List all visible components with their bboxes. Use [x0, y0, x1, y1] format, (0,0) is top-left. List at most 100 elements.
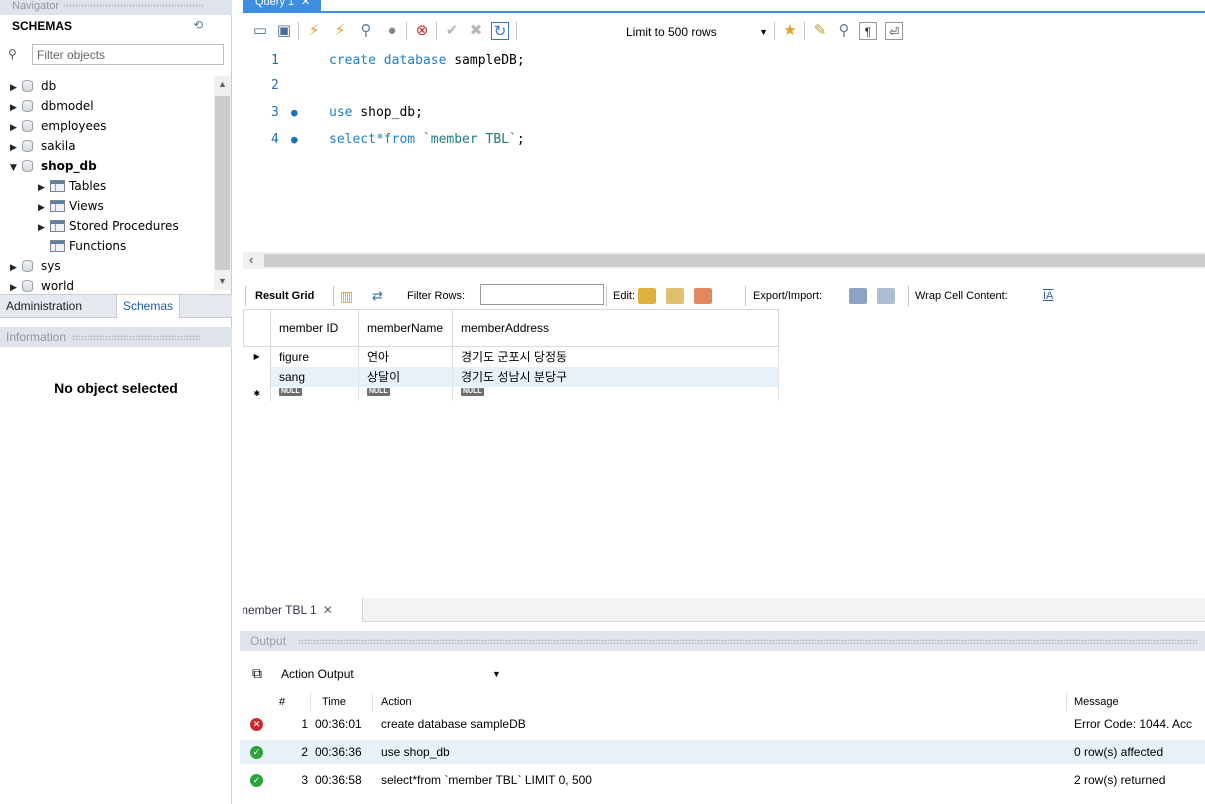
grid-cell[interactable]: figure: [270, 346, 359, 367]
explain-icon[interactable]: ⚲: [357, 22, 375, 40]
information-header: Information: [0, 327, 232, 347]
column-header[interactable]: memberAddress: [452, 309, 779, 347]
column-header[interactable]: #: [279, 693, 285, 711]
tree-item-employees[interactable]: ▶ employees: [10, 116, 106, 136]
database-icon: [22, 140, 33, 152]
tab-member-tbl-1[interactable]: member TBL 1 ✕: [243, 598, 363, 622]
expand-arrow-icon[interactable]: ▶: [38, 178, 50, 198]
execute-icon[interactable]: ⚡: [305, 22, 323, 40]
execute-current-icon[interactable]: ⚡: [331, 22, 349, 40]
expand-arrow-icon[interactable]: ▶: [10, 78, 22, 98]
tree-item-dbmodel[interactable]: ▶ dbmodel: [10, 96, 94, 116]
grid-cell[interactable]: 경기도 군포시 당정동: [452, 346, 779, 367]
close-icon[interactable]: ✕: [323, 603, 333, 617]
statement-marker-icon: ●: [291, 133, 298, 146]
output-row[interactable]: ✓ 3 00:36:58 select*from `member TBL` LI…: [240, 768, 1205, 792]
expand-arrow-icon[interactable]: ▶: [10, 118, 22, 138]
open-file-icon[interactable]: ▭: [251, 22, 269, 40]
tree-item-functions[interactable]: Functions: [50, 236, 126, 256]
column-header[interactable]: Action: [381, 693, 412, 711]
wrap-cell-label: Wrap Cell Content:: [915, 290, 1008, 302]
tree-item-tables[interactable]: ▶ Tables: [38, 176, 106, 196]
tree-item-views[interactable]: ▶ Views: [38, 196, 104, 216]
edit-row-icon[interactable]: [638, 288, 656, 304]
output-toolbar: ⧉ Action Output ▼: [240, 660, 1205, 688]
tree-item-shop-db[interactable]: ▼ shop_db: [10, 156, 97, 176]
grid-cell[interactable]: 상달이: [358, 366, 453, 387]
export-icon[interactable]: [849, 288, 867, 304]
no-object-label: No object selected: [54, 380, 178, 396]
code-text: ;: [516, 132, 525, 147]
expand-arrow-icon[interactable]: ▶: [10, 98, 22, 118]
find-icon[interactable]: ⚲: [835, 22, 853, 40]
tree-item-db[interactable]: ▶ db: [10, 76, 56, 96]
output-row[interactable]: ✕ 1 00:36:01 create database sampleDB Er…: [240, 712, 1205, 736]
import-icon[interactable]: [877, 288, 895, 304]
new-row[interactable]: ✱ NULL NULL NULL: [243, 386, 779, 401]
grid-cell[interactable]: 경기도 성남시 분당구: [452, 366, 779, 387]
add-snippet-icon[interactable]: ★: [781, 22, 799, 40]
grid-view-icon[interactable]: ▥: [340, 288, 353, 304]
tree-item-world[interactable]: ▶ world: [10, 276, 74, 296]
column-header[interactable]: Message: [1074, 693, 1119, 711]
output-type-select[interactable]: Action Output ▼: [281, 665, 511, 683]
tree-item-sakila[interactable]: ▶ sakila: [10, 136, 76, 156]
tree-item-stored-procedures[interactable]: ▶ Stored Procedures: [38, 216, 179, 236]
beautify-icon[interactable]: ✎: [811, 22, 829, 40]
tree-item-sys[interactable]: ▶ sys: [10, 256, 61, 276]
new-row-icon: ✱: [243, 386, 271, 401]
error-icon: ✕: [250, 718, 263, 731]
tree-scrollbar[interactable]: ▲ ▼: [214, 76, 231, 290]
output-row[interactable]: ✓ 2 00:36:36 use shop_db 0 row(s) affect…: [240, 740, 1205, 764]
expand-arrow-icon[interactable]: ▶: [38, 198, 50, 218]
null-badge: NULL: [461, 387, 484, 396]
invisible-chars-icon[interactable]: ¶: [859, 22, 877, 40]
column-header[interactable]: Time: [322, 693, 346, 711]
wrap-lines-icon[interactable]: ⏎: [885, 22, 903, 40]
delete-row-icon[interactable]: [694, 288, 712, 304]
database-icon: [22, 280, 33, 292]
null-badge: NULL: [279, 387, 302, 396]
view-folder-icon: [50, 200, 65, 212]
rollback-icon[interactable]: ✖: [467, 22, 485, 40]
sql-editor[interactable]: 1 create database sampleDB; 2 3 ● use sh…: [243, 50, 1205, 250]
schemas-title: SCHEMAS: [12, 19, 73, 33]
export-import-label: Export/Import:: [753, 290, 823, 302]
column-header[interactable]: memberName: [358, 309, 453, 347]
insert-row-icon[interactable]: [666, 288, 684, 304]
save-icon[interactable]: ▣: [275, 22, 293, 40]
scroll-left-icon[interactable]: ‹: [249, 252, 253, 267]
grid-cell[interactable]: 연아: [358, 346, 453, 367]
expand-arrow-icon[interactable]: ▶: [10, 258, 22, 278]
chevron-down-icon: ▼: [759, 27, 768, 37]
limit-rows-select[interactable]: Limit to 500 rows ▼: [626, 23, 776, 41]
refresh-icon[interactable]: ⟲: [193, 18, 203, 32]
editor-horizontal-scrollbar[interactable]: ‹: [243, 252, 1205, 269]
tab-administration[interactable]: Administration: [0, 295, 88, 318]
result-tab-bar: member TBL 1 ✕: [243, 598, 1205, 622]
commit-icon[interactable]: ✔: [443, 22, 461, 40]
filter-rows-input[interactable]: [480, 284, 604, 305]
expand-arrow-icon[interactable]: ▶: [38, 218, 50, 238]
collapse-arrow-icon[interactable]: ▼: [10, 158, 22, 178]
table-row[interactable]: ▶ figure 연아 경기도 군포시 당정동: [243, 346, 779, 367]
grid-cell[interactable]: sang: [270, 366, 359, 387]
database-icon: [22, 80, 33, 92]
copy-icon[interactable]: ⧉: [252, 665, 262, 682]
tab-schemas[interactable]: Schemas: [116, 295, 181, 318]
autocommit-icon[interactable]: ↻: [491, 22, 509, 40]
toggle-error-icon[interactable]: ⊗: [413, 22, 431, 40]
filter-objects-input[interactable]: [32, 44, 224, 65]
scroll-up-icon[interactable]: ▲: [218, 79, 227, 89]
result-grid-label[interactable]: Result Grid: [255, 288, 314, 304]
wrap-cell-icon[interactable]: IA: [1043, 288, 1053, 304]
scrollbar-thumb[interactable]: [215, 96, 230, 270]
refresh-grid-icon[interactable]: ⇄: [372, 288, 383, 304]
scroll-down-icon[interactable]: ▼: [218, 276, 227, 286]
scrollbar-thumb[interactable]: [264, 254, 1205, 267]
close-icon[interactable]: ✕: [301, 0, 310, 8]
table-row[interactable]: sang 상달이 경기도 성남시 분당구: [243, 366, 779, 387]
stop-icon[interactable]: ●: [383, 22, 401, 40]
expand-arrow-icon[interactable]: ▶: [10, 138, 22, 158]
column-header[interactable]: member ID: [270, 309, 359, 347]
